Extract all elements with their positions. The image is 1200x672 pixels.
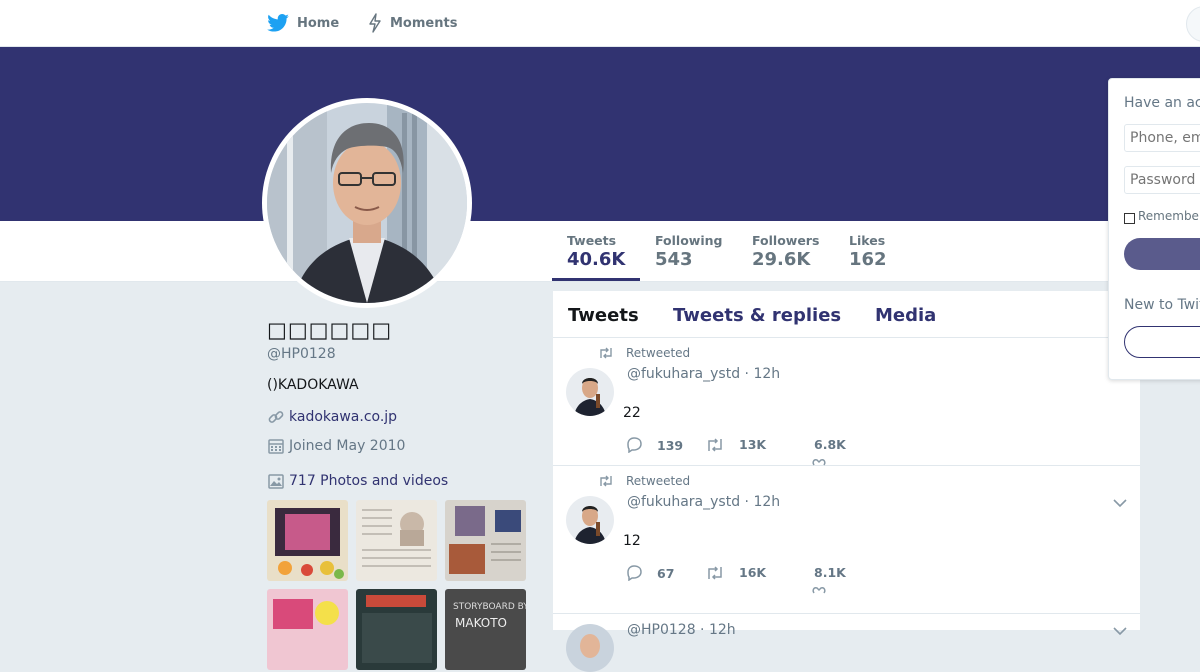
- reply-icon: [627, 565, 642, 581]
- profile-avatar[interactable]: [262, 98, 472, 308]
- new-to-twitter-label: New to Twit: [1124, 297, 1200, 313]
- login-dropdown: Have an ac Remember New to Twit: [1108, 78, 1200, 380]
- tweet-text: 12: [623, 533, 641, 549]
- retweet-label: Retweeted: [626, 346, 691, 360]
- photo-thumbnail[interactable]: [356, 500, 437, 581]
- reply-count: 67: [657, 565, 675, 581]
- stat-followers-label: Followers: [752, 233, 820, 248]
- stat-followers[interactable]: Followers 29.6K: [752, 233, 819, 270]
- retweet-icon: [708, 437, 722, 452]
- retweet-action[interactable]: 16K: [705, 565, 766, 580]
- tweet-header[interactable]: @fukuhara_ystd · 12h: [627, 494, 780, 510]
- lightning-icon: [369, 13, 381, 33]
- phone-email-input[interactable]: [1124, 124, 1200, 152]
- nav-moments-label: Moments: [390, 15, 458, 31]
- password-input[interactable]: [1124, 166, 1200, 194]
- svg-text:STORYBOARD BY: STORYBOARD BY: [453, 602, 526, 612]
- photo-thumbnail[interactable]: [267, 500, 348, 581]
- link-icon: [268, 411, 284, 423]
- retweet-count: 13K: [739, 437, 767, 452]
- retweet-icon: [600, 347, 612, 359]
- reply-icon: [627, 437, 642, 453]
- stat-following-value: 543: [655, 249, 693, 270]
- heart-icon[interactable]: [811, 458, 827, 466]
- signup-button[interactable]: [1124, 326, 1200, 358]
- stat-tweets[interactable]: Tweets 40.6K: [567, 233, 625, 270]
- profile-joined-text: Joined May 2010: [289, 438, 406, 454]
- active-stat-indicator: [552, 278, 640, 281]
- heart-icon[interactable]: [811, 586, 827, 594]
- retweet-icon: [708, 565, 722, 580]
- retweet-context: Retweeted: [598, 474, 690, 488]
- retweet-action[interactable]: 13K: [705, 437, 766, 452]
- reply-count: 139: [657, 437, 684, 453]
- stat-likes[interactable]: Likes 162: [849, 233, 887, 270]
- timeline: Tweets Tweets & replies Media Retweeted …: [553, 291, 1140, 672]
- stat-likes-value: 162: [849, 249, 887, 270]
- like-count: 6.8K: [814, 437, 846, 452]
- tweet-item[interactable]: Retweeted @fukuhara_ystd · 12h 12 67 16K…: [553, 466, 1140, 614]
- nav-home[interactable]: Home: [267, 0, 339, 46]
- login-button[interactable]: [1124, 238, 1200, 270]
- avatar-image: [267, 103, 467, 303]
- nav-moments[interactable]: Moments: [368, 0, 457, 46]
- profile-bio: ()KADOKAWA: [267, 377, 359, 393]
- stat-following[interactable]: Following 543: [655, 233, 722, 270]
- chevron-down-icon[interactable]: [1113, 626, 1127, 636]
- tab-media[interactable]: Media: [875, 305, 936, 326]
- profile-url-row: kadokawa.co.jp: [267, 408, 397, 426]
- avatar[interactable]: [566, 496, 614, 544]
- profile-url-link[interactable]: kadokawa.co.jp: [289, 409, 397, 425]
- remember-label: Remember: [1138, 209, 1200, 223]
- tab-tweets-replies[interactable]: Tweets & replies: [673, 305, 841, 326]
- reply-action[interactable]: 67: [625, 565, 674, 581]
- search-button[interactable]: [1186, 6, 1200, 42]
- avatar[interactable]: [566, 624, 614, 672]
- nav-home-label: Home: [297, 15, 340, 31]
- retweet-label: Retweeted: [626, 474, 691, 488]
- tweet-header[interactable]: @HP0128 · 12h: [627, 622, 736, 638]
- stat-likes-label: Likes: [849, 233, 886, 248]
- retweet-count: 16K: [739, 565, 767, 580]
- timeline-tabs: Tweets Tweets & replies Media: [553, 291, 1140, 338]
- photo-icon: [268, 474, 284, 489]
- tweet-text: 22: [623, 405, 641, 421]
- login-title: Have an ac: [1124, 95, 1200, 111]
- svg-text:MAKOTO: MAKOTO: [455, 616, 507, 630]
- tweet-item[interactable]: @HP0128 · 12h: [553, 614, 1140, 672]
- stat-followers-value: 29.6K: [752, 249, 811, 270]
- calendar-icon: [268, 439, 284, 454]
- photo-thumbnail[interactable]: [445, 500, 526, 581]
- remember-checkbox[interactable]: [1124, 212, 1135, 224]
- profile-banner: [0, 47, 1200, 221]
- stat-tweets-value: 40.6K: [567, 249, 626, 270]
- profile-name[interactable]: □□□□□□: [267, 318, 392, 342]
- retweet-context: Retweeted: [598, 346, 690, 360]
- stat-following-label: Following: [655, 233, 723, 248]
- tab-tweets[interactable]: Tweets: [568, 305, 639, 326]
- reply-action[interactable]: 139: [625, 437, 683, 453]
- profile-handle[interactable]: @HP0128: [267, 346, 336, 362]
- chevron-down-icon[interactable]: [1113, 498, 1127, 508]
- top-nav: Home Moments: [0, 0, 1200, 47]
- tweet-item[interactable]: Retweeted @fukuhara_ystd · 12h 22 139 13…: [553, 338, 1140, 466]
- profile-photos-link[interactable]: 717 Photos and videos: [289, 473, 448, 489]
- like-action[interactable]: 8.1K: [814, 565, 846, 580]
- like-action[interactable]: 6.8K: [814, 437, 846, 452]
- profile-photos-row[interactable]: 717 Photos and videos: [267, 472, 448, 490]
- like-count: 8.1K: [814, 565, 846, 580]
- avatar[interactable]: [566, 368, 614, 416]
- profile-joined-row: Joined May 2010: [267, 437, 405, 455]
- retweet-icon: [600, 475, 612, 487]
- stat-tweets-label: Tweets: [567, 233, 617, 248]
- twitter-bird-icon: [267, 14, 289, 32]
- remember-me[interactable]: Remember: [1124, 209, 1200, 224]
- tweet-header[interactable]: @fukuhara_ystd · 12h: [627, 366, 780, 382]
